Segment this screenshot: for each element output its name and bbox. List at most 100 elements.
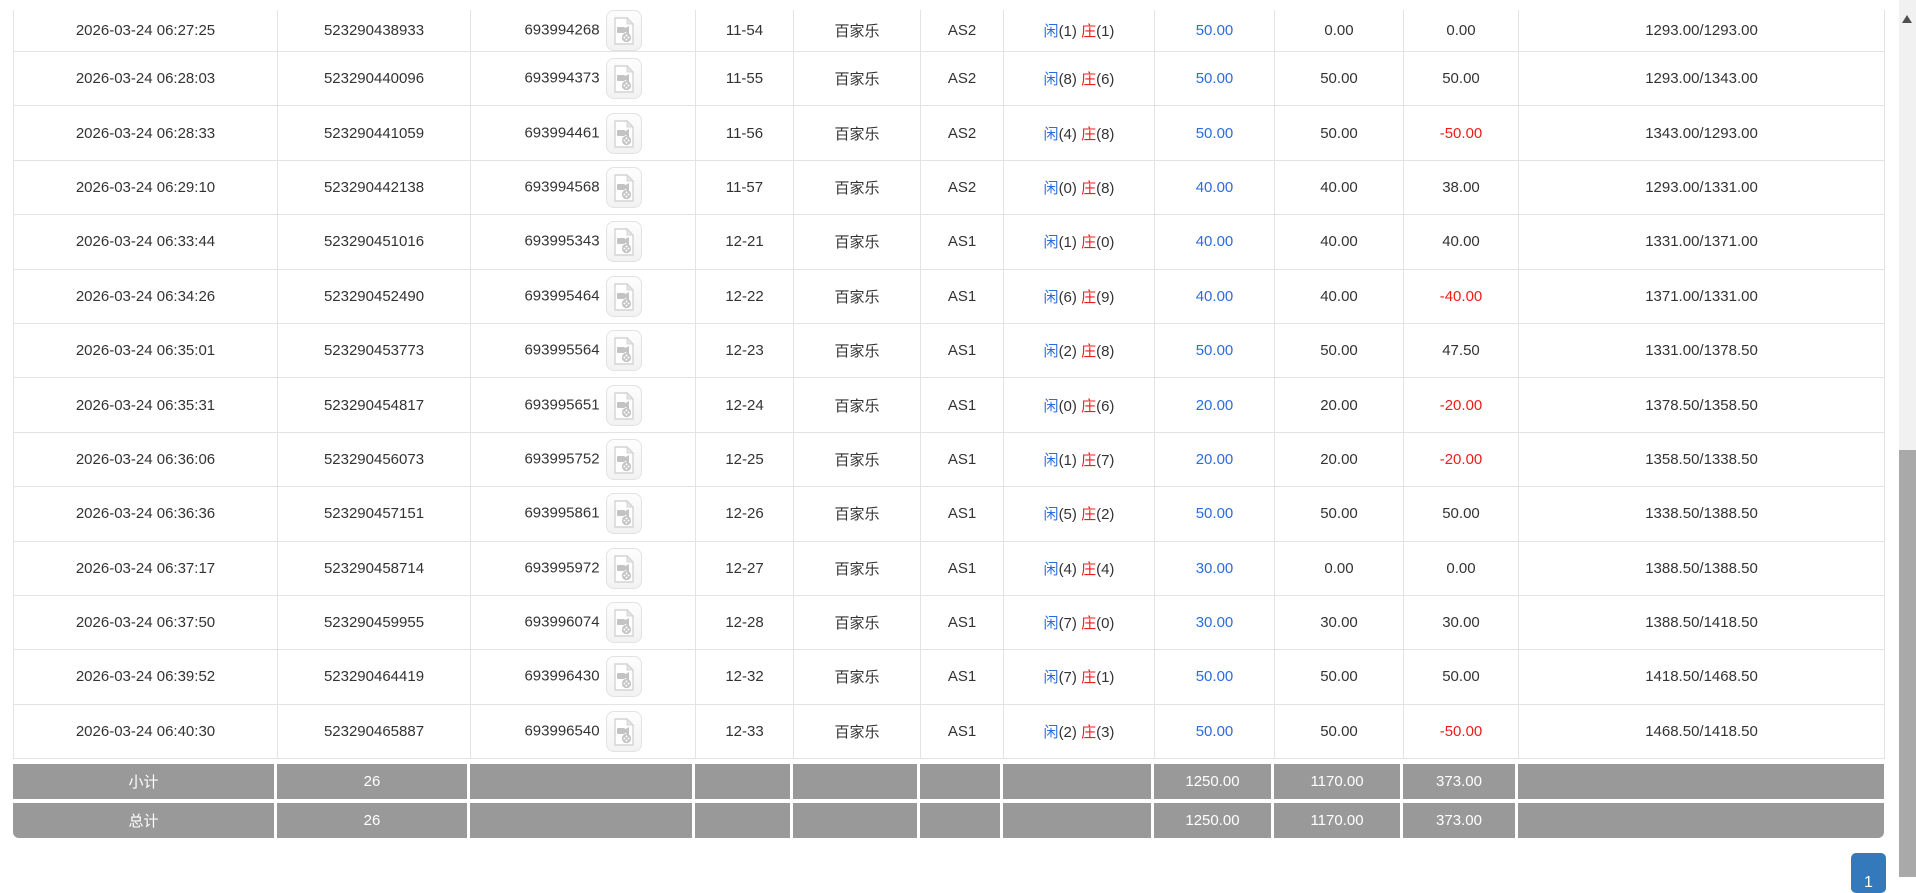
bet-serial: 523290442138 — [278, 160, 471, 214]
valid-amount: 50.00 — [1275, 106, 1404, 160]
balance-before-after: 1378.50/1358.50 — [1519, 378, 1885, 432]
video-replay-button[interactable] — [606, 10, 642, 51]
game-number-cell: 693996540 — [471, 704, 696, 758]
table-name: AS2 — [921, 160, 1004, 214]
bet-amount[interactable]: 50.00 — [1155, 52, 1275, 106]
game-result: 闲(1) 庄(0) — [1004, 215, 1155, 269]
total-bet-amount: 1250.00 — [1154, 803, 1274, 838]
win-loss: 40.00 — [1404, 215, 1519, 269]
bet-amount[interactable]: 50.00 — [1155, 487, 1275, 541]
game-type: 百家乐 — [794, 432, 921, 486]
subtotal-win-loss: 373.00 — [1403, 764, 1518, 799]
subtotal-empty-cell — [920, 764, 1003, 799]
balance-before-after: 1358.50/1338.50 — [1519, 432, 1885, 486]
game-number-cell: 693995564 — [471, 323, 696, 377]
game-number: 693995861 — [524, 505, 599, 522]
bet-amount[interactable]: 40.00 — [1155, 215, 1275, 269]
video-replay-button[interactable] — [606, 330, 642, 371]
video-replay-button[interactable] — [606, 493, 642, 534]
player-score: (2) — [1059, 343, 1077, 360]
video-replay-button[interactable] — [606, 439, 642, 480]
record-row: 2026-03-24 06:33:44523290451016693995343… — [14, 215, 1885, 269]
valid-amount: 40.00 — [1275, 269, 1404, 323]
table-name: AS1 — [921, 595, 1004, 649]
bet-amount[interactable]: 40.00 — [1155, 160, 1275, 214]
subtotal-empty-cell — [470, 764, 695, 799]
bet-serial: 523290453773 — [278, 323, 471, 377]
bet-time: 2026-03-24 06:39:52 — [14, 650, 278, 704]
shoe-round: 12-24 — [696, 378, 794, 432]
game-type: 百家乐 — [794, 10, 921, 52]
shoe-round: 12-26 — [696, 487, 794, 541]
game-number: 693995464 — [524, 287, 599, 304]
video-replay-button[interactable] — [606, 276, 642, 317]
bet-amount[interactable]: 50.00 — [1155, 10, 1275, 52]
game-result: 闲(0) 庄(6) — [1004, 378, 1155, 432]
game-result: 闲(5) 庄(2) — [1004, 487, 1155, 541]
video-file-icon — [612, 174, 636, 202]
bet-amount[interactable]: 20.00 — [1155, 378, 1275, 432]
scrollbar-thumb[interactable] — [1899, 450, 1916, 877]
balance-before-after: 1338.50/1388.50 — [1519, 487, 1885, 541]
video-replay-button[interactable] — [606, 656, 642, 697]
bet-amount[interactable]: 50.00 — [1155, 704, 1275, 758]
bet-time: 2026-03-24 06:37:50 — [14, 595, 278, 649]
records-table-body: 2026-03-24 06:27:25523290438933693994268… — [14, 10, 1885, 759]
scroll-up-arrow-icon[interactable] — [1902, 15, 1912, 23]
video-replay-button[interactable] — [606, 385, 642, 426]
game-number: 693994268 — [524, 21, 599, 38]
bet-serial: 523290440096 — [278, 52, 471, 106]
bet-time: 2026-03-24 06:28:33 — [14, 106, 278, 160]
video-replay-button[interactable] — [606, 221, 642, 262]
balance-before-after: 1293.00/1293.00 — [1519, 10, 1885, 52]
game-number-cell: 693994568 — [471, 160, 696, 214]
balance-before-after: 1371.00/1331.00 — [1519, 269, 1885, 323]
shoe-round: 12-33 — [696, 704, 794, 758]
video-file-icon — [612, 500, 636, 528]
subtotal-row: 小计 26 1250.00 1170.00 373.00 — [13, 764, 1884, 799]
shoe-round: 11-54 — [696, 10, 794, 52]
video-file-icon — [612, 337, 636, 365]
bet-time: 2026-03-24 06:29:10 — [14, 160, 278, 214]
valid-amount: 50.00 — [1275, 487, 1404, 541]
player-score: (1) — [1059, 234, 1077, 251]
record-row: 2026-03-24 06:29:10523290442138693994568… — [14, 160, 1885, 214]
total-win-loss: 373.00 — [1403, 803, 1518, 838]
shoe-round: 12-22 — [696, 269, 794, 323]
game-type: 百家乐 — [794, 106, 921, 160]
bet-amount[interactable]: 40.00 — [1155, 269, 1275, 323]
valid-amount: 20.00 — [1275, 432, 1404, 486]
banker-score: (3) — [1096, 724, 1114, 741]
banker-label: 庄 — [1081, 398, 1096, 415]
bet-amount[interactable]: 50.00 — [1155, 106, 1275, 160]
video-replay-button[interactable] — [606, 167, 642, 208]
balance-before-after: 1293.00/1343.00 — [1519, 52, 1885, 106]
banker-score: (6) — [1096, 398, 1114, 415]
win-loss: -40.00 — [1404, 269, 1519, 323]
table-name: AS2 — [921, 52, 1004, 106]
record-row: 2026-03-24 06:37:50523290459955693996074… — [14, 595, 1885, 649]
banker-label: 庄 — [1081, 561, 1096, 578]
vertical-scrollbar[interactable] — [1899, 0, 1916, 877]
valid-amount: 0.00 — [1275, 541, 1404, 595]
bet-amount[interactable]: 50.00 — [1155, 323, 1275, 377]
pagination-page-1-button[interactable]: 1 — [1851, 853, 1886, 893]
bet-amount[interactable]: 50.00 — [1155, 650, 1275, 704]
balance-before-after: 1331.00/1371.00 — [1519, 215, 1885, 269]
video-replay-button[interactable] — [606, 602, 642, 643]
record-row: 2026-03-24 06:36:06523290456073693995752… — [14, 432, 1885, 486]
player-score: (7) — [1059, 615, 1077, 632]
bet-amount[interactable]: 30.00 — [1155, 541, 1275, 595]
bet-serial: 523290456073 — [278, 432, 471, 486]
bet-amount[interactable]: 30.00 — [1155, 595, 1275, 649]
video-replay-button[interactable] — [606, 58, 642, 99]
video-replay-button[interactable] — [606, 113, 642, 154]
valid-amount: 50.00 — [1275, 704, 1404, 758]
video-replay-button[interactable] — [606, 711, 642, 752]
banker-label: 庄 — [1081, 343, 1096, 360]
video-replay-button[interactable] — [606, 548, 642, 589]
bet-amount[interactable]: 20.00 — [1155, 432, 1275, 486]
game-number-cell: 693995752 — [471, 432, 696, 486]
shoe-round: 12-23 — [696, 323, 794, 377]
banker-label: 庄 — [1081, 180, 1096, 197]
